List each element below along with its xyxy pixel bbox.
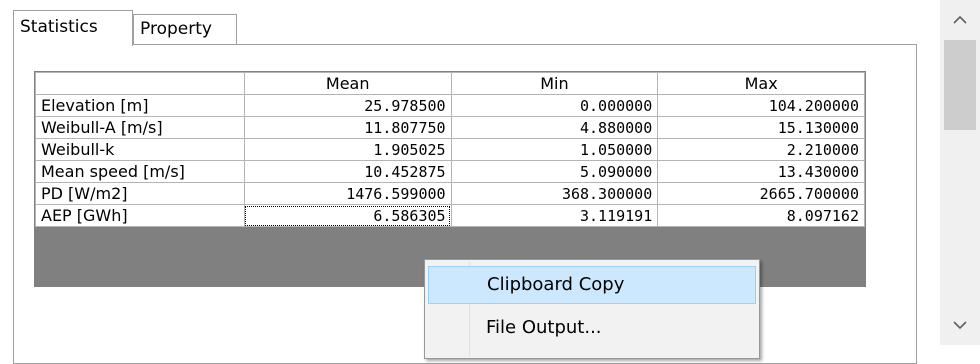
row-header[interactable]: AEP [GWh]	[35, 204, 245, 227]
cell-min[interactable]: 3.119191	[450, 204, 659, 227]
table-header-row: Mean Min Max	[35, 72, 865, 95]
cell-min[interactable]: 4.880000	[450, 116, 659, 139]
table-row: AEP [GWh] 6.586305 3.119191 8.097162	[35, 204, 865, 227]
table-row: PD [W/m2] 1476.599000 368.300000 2665.70…	[35, 182, 865, 205]
cell-max[interactable]: 2665.700000	[657, 182, 865, 205]
statistics-table: Mean Min Max Elevation [m] 25.978500 0.0…	[35, 72, 865, 227]
row-header[interactable]: PD [W/m2]	[35, 182, 245, 205]
tab-property[interactable]: Property	[133, 14, 237, 44]
cell-min[interactable]: 1.050000	[450, 138, 659, 161]
vertical-scrollbar[interactable]	[940, 0, 980, 345]
row-header[interactable]: Mean speed [m/s]	[35, 160, 245, 183]
cell-mean-selected[interactable]: 6.586305	[243, 204, 452, 227]
row-header[interactable]: Weibull-k	[35, 138, 245, 161]
cell-max[interactable]: 2.210000	[657, 138, 865, 161]
cell-min[interactable]: 0.000000	[450, 94, 659, 117]
cell-mean[interactable]: 25.978500	[243, 94, 452, 117]
cell-min[interactable]: 368.300000	[450, 182, 659, 205]
cell-min[interactable]: 5.090000	[450, 160, 659, 183]
tab-property-label: Property	[140, 19, 212, 39]
column-header-min[interactable]: Min	[450, 72, 659, 95]
column-header-mean[interactable]: Mean	[243, 72, 452, 95]
scroll-thumb[interactable]	[944, 40, 976, 130]
cell-mean[interactable]: 1.905025	[243, 138, 452, 161]
tab-statistics-label: Statistics	[20, 17, 98, 37]
menu-item-label: Clipboard Copy	[487, 274, 625, 295]
menu-item-label: File Output...	[486, 317, 602, 338]
cell-max[interactable]: 13.430000	[657, 160, 865, 183]
scroll-down-button[interactable]	[940, 305, 980, 345]
chevron-up-icon	[953, 15, 967, 24]
table-row: Weibull-k 1.905025 1.050000 2.210000	[35, 138, 865, 161]
column-header-corner	[35, 72, 245, 95]
scroll-up-button[interactable]	[940, 0, 980, 40]
cell-mean[interactable]: 1476.599000	[243, 182, 452, 205]
table-row: Elevation [m] 25.978500 0.000000 104.200…	[35, 94, 865, 117]
table-row: Weibull-A [m/s] 11.807750 4.880000 15.13…	[35, 116, 865, 139]
cell-mean[interactable]: 10.452875	[243, 160, 452, 183]
menu-item-file-output[interactable]: File Output...	[428, 310, 756, 348]
table-row: Mean speed [m/s] 10.452875 5.090000 13.4…	[35, 160, 865, 183]
statistics-grid[interactable]: Mean Min Max Elevation [m] 25.978500 0.0…	[34, 71, 866, 287]
cell-max[interactable]: 15.130000	[657, 116, 865, 139]
tab-statistics[interactable]: Statistics	[13, 10, 133, 46]
cell-max[interactable]: 8.097162	[657, 204, 865, 227]
cell-mean[interactable]: 11.807750	[243, 116, 452, 139]
context-menu: Clipboard Copy File Output...	[424, 259, 760, 359]
row-header[interactable]: Weibull-A [m/s]	[35, 116, 245, 139]
cell-max[interactable]: 104.200000	[657, 94, 865, 117]
column-header-max[interactable]: Max	[657, 72, 865, 95]
chevron-down-icon	[953, 321, 967, 330]
menu-item-clipboard-copy[interactable]: Clipboard Copy	[428, 266, 756, 304]
row-header[interactable]: Elevation [m]	[35, 94, 245, 117]
